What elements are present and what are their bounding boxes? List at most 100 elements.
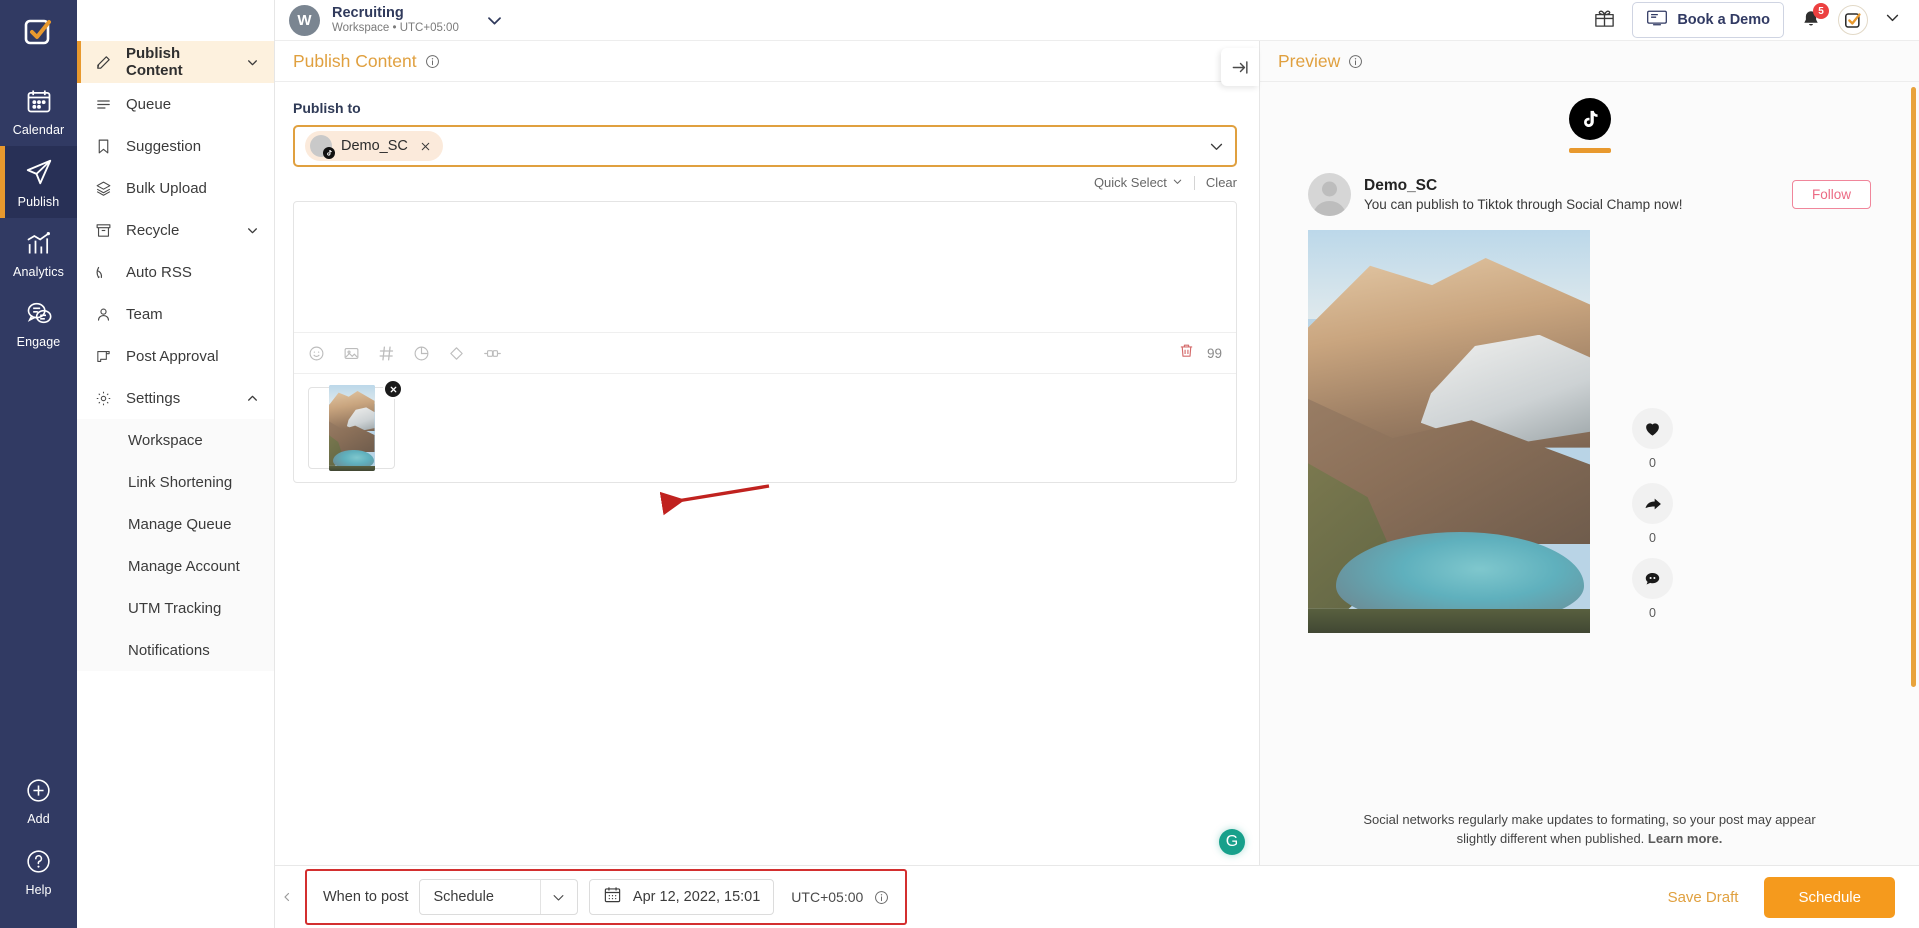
rail-item-publish[interactable]: Publish: [0, 146, 77, 218]
close-icon[interactable]: [383, 379, 403, 399]
trash-icon[interactable]: [1178, 342, 1195, 364]
account-chip-label: Demo_SC: [341, 138, 408, 154]
person-icon: [94, 306, 113, 323]
comment-count: 0: [1649, 606, 1656, 620]
notification-bell-icon[interactable]: 5: [1800, 3, 1829, 31]
chevron-down-icon[interactable]: [246, 56, 259, 69]
publish-to-select[interactable]: Demo_SC: [293, 125, 1237, 167]
follow-button[interactable]: Follow: [1791, 180, 1871, 209]
calendar-icon: [603, 885, 622, 909]
composer-textarea[interactable]: [294, 202, 1236, 332]
schedule-button[interactable]: Schedule: [1764, 876, 1895, 918]
rail-item-calendar[interactable]: Calendar: [0, 76, 77, 146]
main-column: W Recruiting Workspace • UTC+05:00 Book …: [275, 0, 1919, 928]
socialchamp-logo-icon[interactable]: [17, 10, 61, 54]
image-icon[interactable]: [343, 345, 360, 362]
chevron-down-icon: [541, 890, 577, 905]
attachment-thumbnail[interactable]: [308, 379, 403, 471]
sidebar-item-bulk-upload[interactable]: Bulk Upload: [77, 167, 274, 209]
link-icon[interactable]: [483, 345, 502, 362]
bottom-bar: When to post Schedule Apr 12, 2022, 15:0…: [275, 865, 1919, 928]
sidebar-subitem-notifications[interactable]: Notifications: [77, 629, 274, 671]
rail-item-label: Help: [25, 883, 52, 897]
publish-to-label: Publish to: [293, 100, 361, 116]
comment-icon[interactable]: [1632, 558, 1673, 599]
sidebar-item-post-approval[interactable]: Post Approval: [77, 335, 274, 377]
pencil-icon: [94, 54, 113, 71]
sidebar-item-publish-content[interactable]: Publish Content: [77, 41, 274, 83]
sidebar-item-label: Post Approval: [126, 347, 219, 365]
chat-bubbles-icon: [25, 299, 53, 332]
sidebar-item-settings[interactable]: Settings: [77, 377, 274, 419]
preview-media-image[interactable]: [1308, 230, 1590, 633]
archive-icon: [94, 222, 113, 239]
info-icon[interactable]: [1348, 54, 1363, 69]
paper-plane-icon: [24, 157, 54, 192]
preview-scrollbar[interactable]: [1911, 87, 1916, 687]
sidebar-item-queue[interactable]: Queue: [77, 83, 274, 125]
sidebar-subitem-link-shortening[interactable]: Link Shortening: [77, 461, 274, 503]
sidebar-item-label: Publish Content: [126, 45, 183, 79]
avatar[interactable]: [1838, 5, 1868, 35]
mountain-lake-art: [1308, 230, 1590, 633]
preview-body: Demo_SC You can publish to Tiktok throug…: [1260, 82, 1919, 865]
sidebar-subitem-manage-queue[interactable]: Manage Queue: [77, 503, 274, 545]
rail-item-engage[interactable]: Engage: [0, 288, 77, 358]
avatar: [310, 135, 335, 159]
pie-chart-icon[interactable]: [413, 345, 430, 362]
collapse-right-icon[interactable]: [1221, 48, 1259, 86]
info-icon[interactable]: [874, 890, 889, 905]
layers-icon: [94, 180, 113, 197]
tiktok-icon[interactable]: [1568, 98, 1611, 140]
chevron-up-icon[interactable]: [246, 392, 259, 405]
workspace-info: Recruiting Workspace • UTC+05:00: [332, 5, 459, 35]
schedule-mode-select[interactable]: Schedule: [419, 879, 578, 915]
chevron-down-icon[interactable]: [1208, 138, 1225, 155]
workspace-chevron-down-icon[interactable]: [485, 11, 504, 30]
editor-body: Publish to Demo_SC Quick Select Clear G …: [275, 82, 1259, 865]
chevron-down-icon[interactable]: [246, 224, 259, 237]
save-draft-button[interactable]: Save Draft: [1668, 889, 1739, 906]
avatar: [1308, 173, 1351, 216]
calendar-icon: [25, 87, 53, 120]
plus-circle-icon: [25, 777, 52, 809]
rail-item-analytics[interactable]: Analytics: [0, 218, 77, 288]
rss-icon: [94, 264, 113, 281]
gift-icon[interactable]: [1593, 6, 1616, 34]
schedule-controls-group: When to post Schedule Apr 12, 2022, 15:0…: [305, 869, 908, 925]
sidebar-item-auto-rss[interactable]: Auto RSS: [77, 251, 274, 293]
date-time-picker[interactable]: Apr 12, 2022, 15:01: [588, 879, 775, 915]
sidebar-item-recycle[interactable]: Recycle: [77, 209, 274, 251]
quick-select-label: Quick Select: [1093, 175, 1167, 190]
quick-select-button[interactable]: Quick Select: [1094, 175, 1183, 190]
sidebar-item-suggestion[interactable]: Suggestion: [77, 125, 274, 167]
bookmark-icon: [94, 138, 113, 155]
sidebar-subitem-workspace[interactable]: Workspace: [77, 419, 274, 461]
analytics-chart-icon: [25, 229, 53, 262]
workspace-avatar[interactable]: W: [289, 4, 320, 36]
composer-toolbar-right: 99: [1178, 342, 1222, 364]
heart-icon[interactable]: [1632, 408, 1673, 449]
chevron-down-icon: [1172, 175, 1183, 190]
learn-more-link[interactable]: Learn more.: [1648, 831, 1722, 846]
rail-item-add[interactable]: Add: [0, 764, 77, 835]
share-arrow-icon[interactable]: [1632, 483, 1673, 524]
info-icon[interactable]: [425, 54, 440, 69]
chevron-left-icon[interactable]: [275, 891, 299, 903]
sidebar-subitem-utm-tracking[interactable]: UTM Tracking: [77, 587, 274, 629]
rail-item-help[interactable]: Help: [0, 835, 77, 906]
notification-count-badge: 5: [1813, 3, 1829, 19]
sidebar-subitem-manage-account[interactable]: Manage Account: [77, 545, 274, 587]
avatar-chevron-down-icon[interactable]: [1884, 9, 1901, 31]
rail-item-label: Add: [27, 812, 50, 826]
close-icon[interactable]: [419, 140, 432, 153]
sidebar-item-label: Team: [126, 305, 163, 323]
emoji-icon[interactable]: [308, 345, 325, 362]
book-a-demo-button[interactable]: Book a Demo: [1632, 2, 1784, 38]
sidebar-item-team[interactable]: Team: [77, 293, 274, 335]
clear-button[interactable]: Clear: [1206, 175, 1237, 190]
schedule-mode-value: Schedule: [433, 889, 494, 905]
hashtag-icon[interactable]: [378, 345, 395, 362]
demo-screen-icon: [1646, 9, 1668, 31]
tag-icon[interactable]: [448, 345, 465, 362]
